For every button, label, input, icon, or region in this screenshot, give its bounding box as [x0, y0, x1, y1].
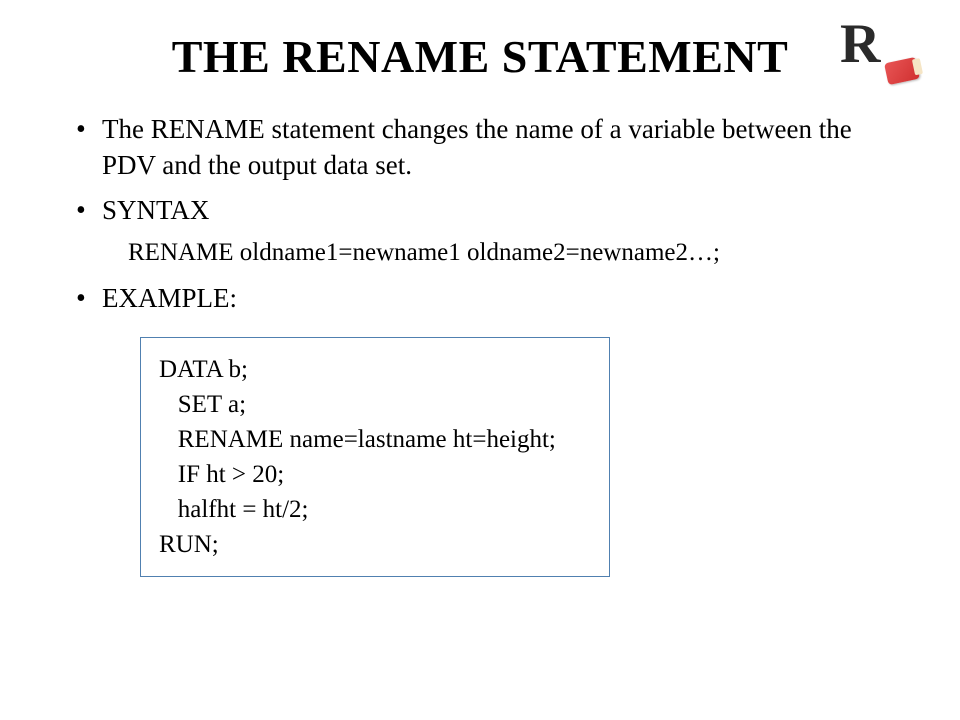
code-example-box: DATA b; SET a; RENAME name=lastname ht=h… [140, 337, 610, 577]
code-line-4: IF ht > 20; [159, 457, 591, 492]
bullet-list: The RENAME statement changes the name of… [70, 111, 900, 228]
code-line-3: RENAME name=lastname ht=height; [159, 422, 591, 457]
code-line-2: SET a; [159, 387, 591, 422]
syntax-text: RENAME oldname1=newname1 oldname2=newnam… [70, 236, 900, 270]
slide-content: The RENAME statement changes the name of… [60, 111, 900, 577]
eraser-icon [884, 57, 920, 85]
bullet-list-2: EXAMPLE: [70, 280, 900, 316]
code-line-1: DATA b; [159, 352, 591, 387]
slide-header: THE RENAME STATEMENT R [60, 30, 900, 83]
code-line-6: RUN; [159, 527, 591, 562]
code-line-5: halfht = ht/2; [159, 492, 591, 527]
bullet-intro: The RENAME statement changes the name of… [70, 111, 900, 184]
bullet-example-label: EXAMPLE: [70, 280, 900, 316]
logo-letter-r: R [840, 12, 880, 76]
rename-logo: R [840, 20, 920, 90]
bullet-syntax-label: SYNTAX [70, 192, 900, 228]
slide-title: THE RENAME STATEMENT [172, 30, 789, 83]
